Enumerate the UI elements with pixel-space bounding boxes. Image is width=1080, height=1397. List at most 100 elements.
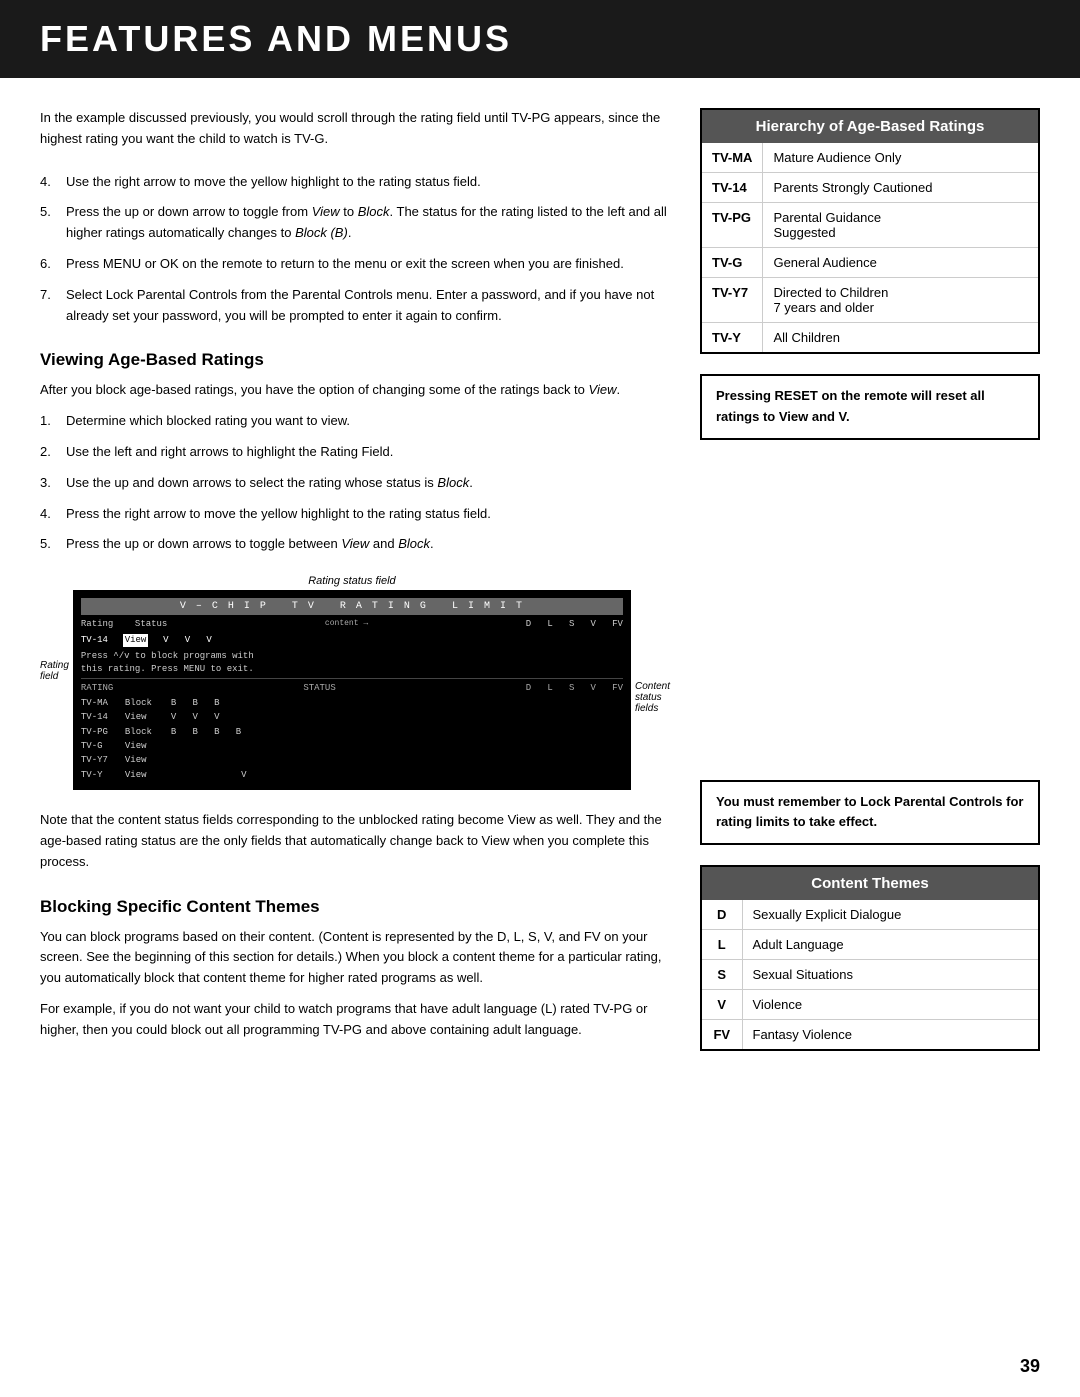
blocking-para2: For example, if you do not want your chi… [40, 999, 670, 1041]
tv-row-tvy7: TV-Y7View [81, 753, 623, 767]
step-text: Use the left and right arrows to highlig… [66, 442, 393, 463]
rating-desc: Directed to Children7 years and older [763, 278, 1038, 323]
rating-code: TV-G [702, 248, 763, 278]
step-number: 4. [40, 504, 58, 525]
step-text: Press the up or down arrows to toggle be… [66, 534, 434, 555]
rating-desc: General Audience [763, 248, 1038, 278]
hierarchy-box-title: Hierarchy of Age-Based Ratings [702, 110, 1038, 143]
tv-row-tvpg: TV-PGBlockB B B B [81, 725, 623, 739]
tv-left-labels: Ratingfield [40, 660, 69, 706]
step-number: 4. [40, 172, 58, 193]
header-banner: FEATURES AND MENUS [0, 0, 1080, 78]
tv-screen-area: Rating status field V – C H I P T V R A … [73, 575, 631, 790]
content-themes-title: Content Themes [702, 867, 1038, 900]
rating-desc: Parents Strongly Cautioned [763, 173, 1038, 203]
hierarchy-table: TV-MA Mature Audience Only TV-14 Parents… [702, 143, 1038, 352]
table-row: TV-Y All Children [702, 323, 1038, 353]
tv-row-tvy: TV-YView V [81, 768, 623, 782]
list-item: 3. Use the up and down arrows to select … [40, 473, 670, 494]
list-item: 7. Select Lock Parental Controls from th… [40, 285, 670, 327]
rating-code: TV-14 [702, 173, 763, 203]
tv-screen: V – C H I P T V R A T I N G L I M I T Ra… [73, 590, 631, 790]
step-text: Determine which blocked rating you want … [66, 411, 350, 432]
rating-status-label: Rating status field [73, 575, 631, 587]
viewing-section-heading: Viewing Age-Based Ratings [40, 350, 670, 370]
theme-desc: Sexually Explicit Dialogue [742, 900, 1038, 930]
page-content: In the example discussed previously, you… [0, 78, 1080, 1101]
rating-field-label: Ratingfield [40, 660, 69, 682]
step-text: Press the up or down arrow to toggle fro… [66, 202, 670, 244]
rating-code: TV-PG [702, 203, 763, 248]
left-column: In the example discussed previously, you… [40, 108, 670, 1071]
rating-desc: Mature Audience Only [763, 143, 1038, 173]
rating-desc: All Children [763, 323, 1038, 353]
viewing-steps-list: 1. Determine which blocked rating you wa… [40, 411, 670, 555]
table-row: TV-14 Parents Strongly Cautioned [702, 173, 1038, 203]
step-text: Press MENU or OK on the remote to return… [66, 254, 624, 275]
step-number: 1. [40, 411, 58, 432]
lock-note-text: You must remember to Lock Parental Contr… [716, 794, 1023, 830]
viewing-section-intro: After you block age-based ratings, you h… [40, 380, 670, 401]
intro-paragraph: In the example discussed previously, you… [40, 108, 670, 150]
content-themes-box: Content Themes D Sexually Explicit Dialo… [700, 865, 1040, 1051]
list-item: 2. Use the left and right arrows to high… [40, 442, 670, 463]
tv-row-tv14: TV-14ViewV V V [81, 710, 623, 724]
theme-desc: Sexual Situations [742, 960, 1038, 990]
table-row: FV Fantasy Violence [702, 1020, 1038, 1050]
step-number: 3. [40, 473, 58, 494]
step-text: Press the right arrow to move the yellow… [66, 504, 491, 525]
reset-note-text: Pressing RESET on the remote will reset … [716, 388, 985, 424]
tv-lower-rows: TV-MABlockB B B TV-14ViewV V V TV-PGBloc… [81, 696, 623, 782]
theme-code: V [702, 990, 742, 1020]
theme-code: S [702, 960, 742, 990]
table-row: V Violence [702, 990, 1038, 1020]
theme-code: L [702, 930, 742, 960]
tv-right-labels: Contentstatusfields [635, 651, 670, 714]
viewing-note: Note that the content status fields corr… [40, 810, 670, 872]
tv-screen-container: Ratingfield Rating status field V – C H … [40, 575, 670, 790]
step-number: 7. [40, 285, 58, 327]
spacer [700, 460, 1040, 780]
step-number: 2. [40, 442, 58, 463]
theme-desc: Fantasy Violence [742, 1020, 1038, 1050]
list-item: 1. Determine which blocked rating you wa… [40, 411, 670, 432]
theme-code: FV [702, 1020, 742, 1050]
step-text: Use the up and down arrows to select the… [66, 473, 473, 494]
content-status-label: Contentstatusfields [635, 681, 670, 714]
rating-code: TV-Y [702, 323, 763, 353]
tv-row-tvg: TV-GView [81, 739, 623, 753]
table-row: TV-G General Audience [702, 248, 1038, 278]
reset-note-box: Pressing RESET on the remote will reset … [700, 374, 1040, 440]
page-number: 39 [1020, 1356, 1040, 1377]
rating-code: TV-Y7 [702, 278, 763, 323]
step-text: Select Lock Parental Controls from the P… [66, 285, 670, 327]
theme-desc: Violence [742, 990, 1038, 1020]
content-themes-table: D Sexually Explicit Dialogue L Adult Lan… [702, 900, 1038, 1049]
page-title: FEATURES AND MENUS [40, 18, 1040, 60]
table-row: TV-MA Mature Audience Only [702, 143, 1038, 173]
step-number: 5. [40, 534, 58, 555]
theme-desc: Adult Language [742, 930, 1038, 960]
tv-title-bar: V – C H I P T V R A T I N G L I M I T [81, 598, 623, 615]
table-row: TV-Y7 Directed to Children7 years and ol… [702, 278, 1038, 323]
list-item: 4. Press the right arrow to move the yel… [40, 504, 670, 525]
list-item: 5. Press the up or down arrows to toggle… [40, 534, 670, 555]
tv-row-tvma: TV-MABlockB B B [81, 696, 623, 710]
theme-code: D [702, 900, 742, 930]
table-row: TV-PG Parental GuidanceSuggested [702, 203, 1038, 248]
tv-message: Press ^/v to block programs withthis rat… [81, 650, 623, 675]
list-item: 4. Use the right arrow to move the yello… [40, 172, 670, 193]
lock-note-box: You must remember to Lock Parental Contr… [700, 780, 1040, 846]
list-item: 6. Press MENU or OK on the remote to ret… [40, 254, 670, 275]
step-number: 6. [40, 254, 58, 275]
rating-desc: Parental GuidanceSuggested [763, 203, 1038, 248]
rating-code: TV-MA [702, 143, 763, 173]
table-row: D Sexually Explicit Dialogue [702, 900, 1038, 930]
blocking-para1: You can block programs based on their co… [40, 927, 670, 989]
table-row: S Sexual Situations [702, 960, 1038, 990]
tv-highlight-row: TV-14 View V V V [81, 634, 623, 648]
tv-lower-header: RATING STATUS D L S V FV [81, 682, 623, 696]
hierarchy-box: Hierarchy of Age-Based Ratings TV-MA Mat… [700, 108, 1040, 354]
step-number: 5. [40, 202, 58, 244]
tv-header-row: Rating Status content → D L S V FV [81, 618, 623, 632]
